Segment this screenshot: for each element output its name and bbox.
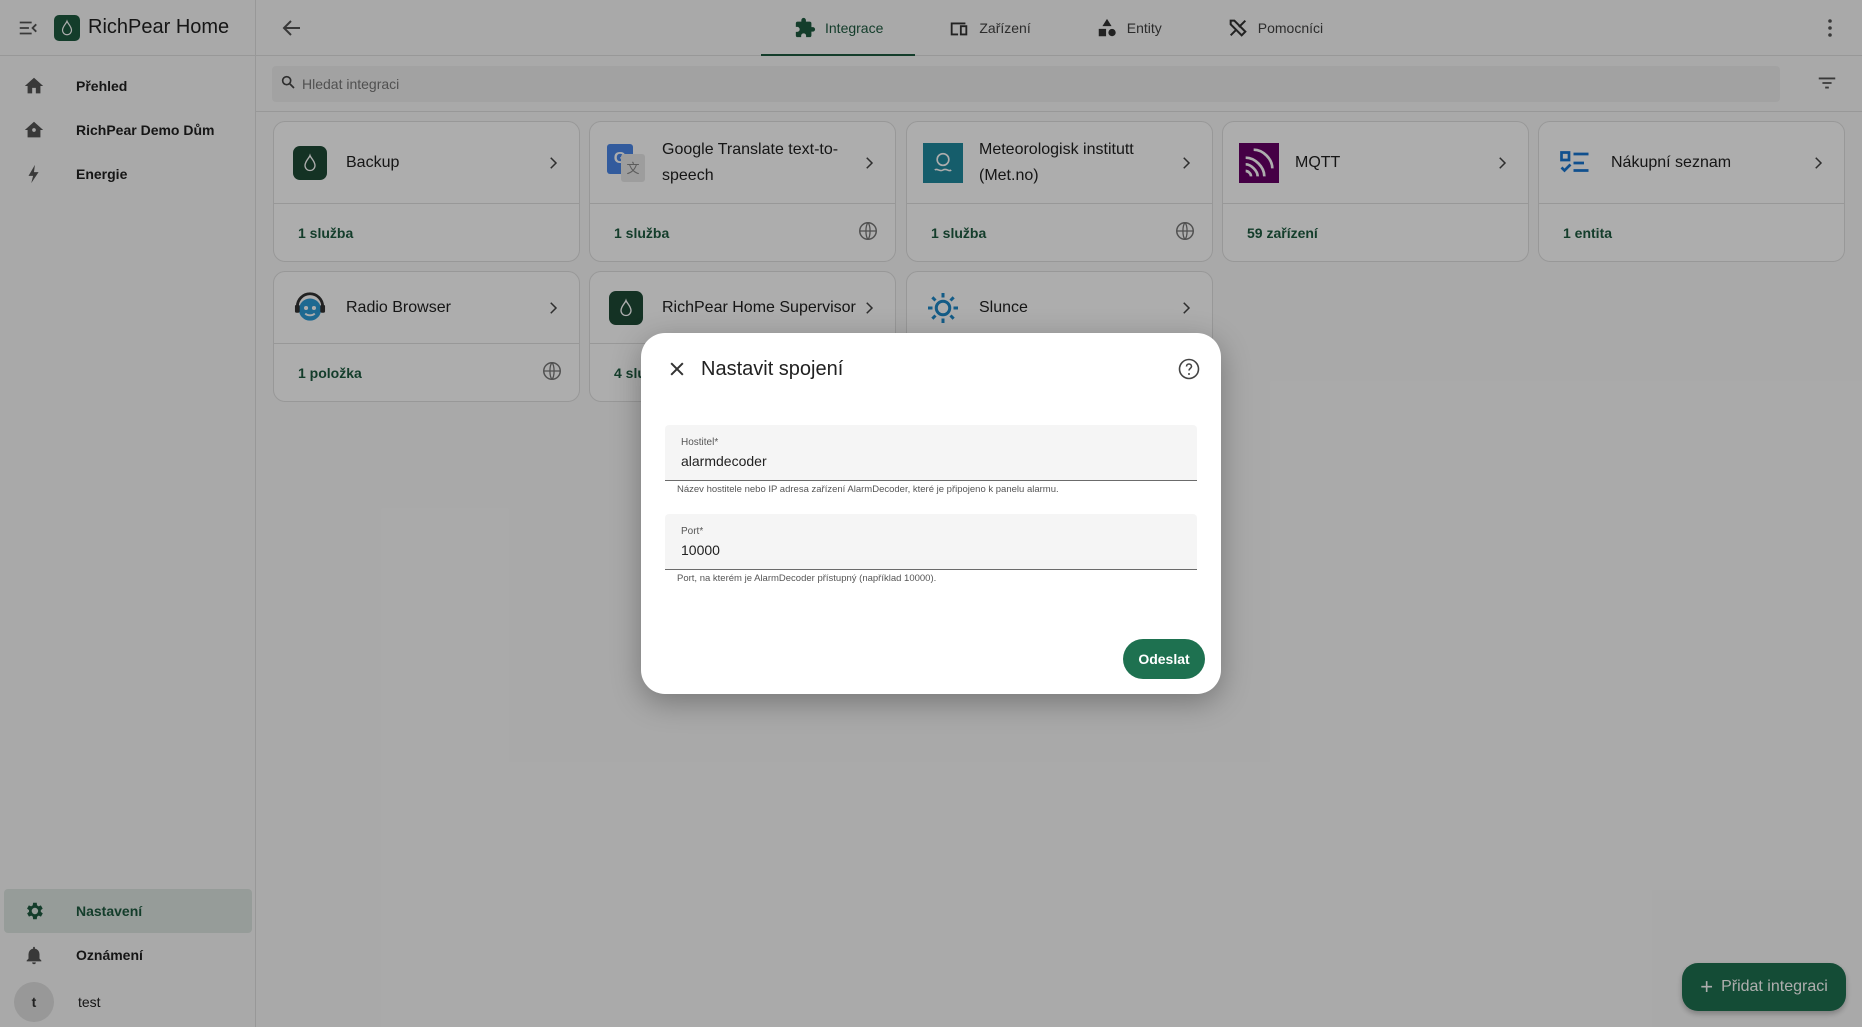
submit-button[interactable]: Odeslat — [1123, 639, 1205, 679]
host-value[interactable]: alarmdecoder — [681, 453, 767, 469]
host-hint: Název hostitele nebo IP adresa zařízení … — [677, 484, 1059, 495]
port-hint: Port, na kterém je AlarmDecoder přístupn… — [677, 573, 937, 584]
config-dialog: Nastavit spojení Hostitel* alarmdecoder … — [641, 333, 1221, 694]
host-label: Hostitel* — [681, 437, 719, 448]
port-field[interactable]: Port* 10000 — [665, 514, 1197, 570]
help-icon[interactable] — [1175, 355, 1203, 383]
port-value[interactable]: 10000 — [681, 542, 720, 558]
port-label: Port* — [681, 526, 704, 537]
host-field[interactable]: Hostitel* alarmdecoder — [665, 425, 1197, 481]
close-icon[interactable] — [663, 355, 691, 383]
dialog-title: Nastavit spojení — [701, 358, 844, 380]
